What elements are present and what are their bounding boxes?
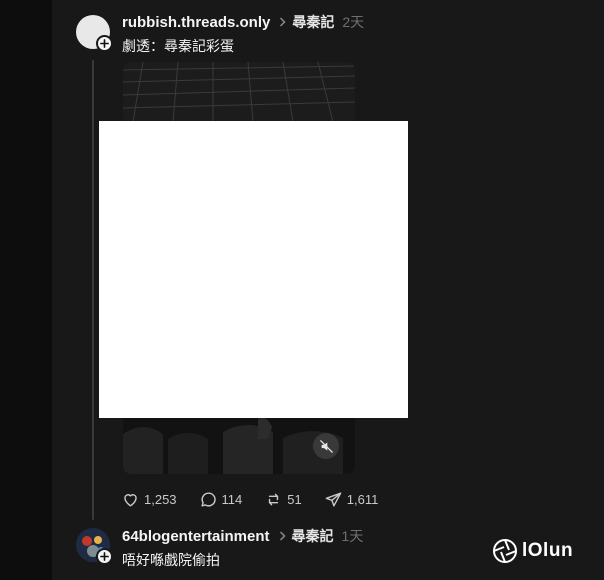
like-button[interactable]: 1,253 bbox=[121, 490, 177, 509]
repost-button[interactable]: 51 bbox=[264, 490, 302, 509]
watermark: lOlun bbox=[492, 538, 573, 564]
post-text: 劇透：尋秦記彩蛋 bbox=[122, 38, 234, 54]
redaction-overlay bbox=[99, 121, 408, 418]
avatar[interactable] bbox=[76, 15, 113, 52]
topic-tag[interactable]: 尋秦記 bbox=[292, 526, 334, 546]
plus-icon[interactable] bbox=[96, 35, 113, 52]
post-time: 2天 bbox=[342, 14, 365, 30]
comment-icon bbox=[201, 492, 216, 507]
send-icon bbox=[325, 492, 342, 507]
plus-icon[interactable] bbox=[96, 548, 113, 565]
username[interactable]: rubbish.threads.only bbox=[122, 14, 270, 31]
reply-button[interactable]: 114 bbox=[199, 490, 243, 509]
post-header: 64blogentertainment 尋秦記 1天 bbox=[122, 526, 363, 546]
topic-tag[interactable]: 尋秦記 bbox=[292, 12, 334, 32]
chevron-right-icon bbox=[279, 529, 286, 544]
username[interactable]: 64blogentertainment bbox=[122, 528, 270, 545]
repost-count: 51 bbox=[287, 492, 302, 507]
post-time: 1天 bbox=[341, 528, 364, 544]
post-text: 唔好喺戲院偷拍 bbox=[122, 552, 220, 568]
share-button[interactable]: 1,611 bbox=[324, 490, 379, 509]
like-count: 1,253 bbox=[144, 492, 177, 507]
post-actions: 1,253 114 51 1,611 bbox=[121, 490, 400, 509]
share-count: 1,611 bbox=[346, 492, 379, 507]
reply-count: 114 bbox=[221, 492, 243, 507]
speaker-muted-icon bbox=[319, 439, 333, 453]
repost-icon bbox=[269, 493, 279, 506]
watermark-text: lOlun bbox=[522, 540, 574, 561]
left-sidebar bbox=[0, 0, 52, 580]
thread-line bbox=[92, 60, 94, 520]
aperture-icon bbox=[493, 539, 517, 563]
ceiling-grid-image bbox=[123, 62, 355, 122]
avatar[interactable] bbox=[76, 528, 113, 565]
post-header: rubbish.threads.only 尋秦記 2天 bbox=[122, 12, 364, 32]
chevron-right-icon bbox=[279, 15, 286, 30]
heart-icon bbox=[124, 494, 137, 507]
mute-button[interactable] bbox=[313, 433, 339, 459]
